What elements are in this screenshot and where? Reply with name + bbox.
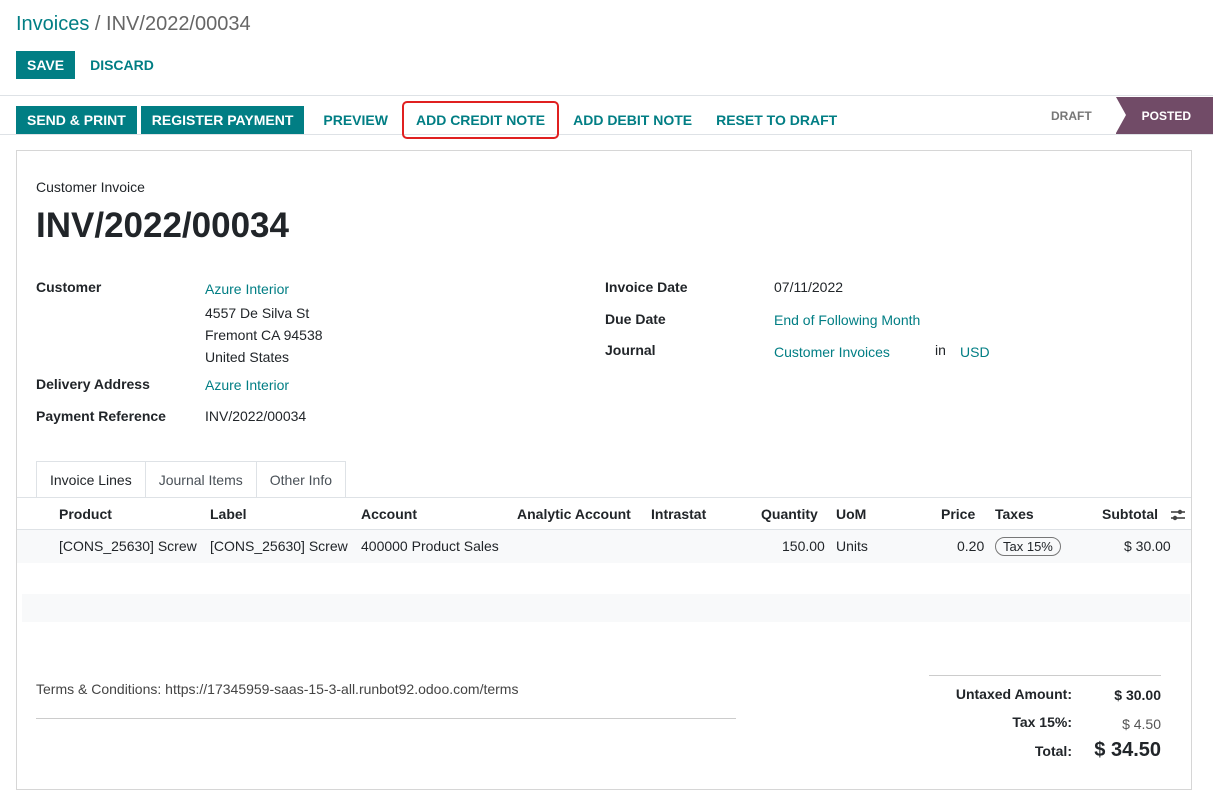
column-settings-icon[interactable] bbox=[1170, 508, 1186, 525]
invoice-date-value[interactable]: 07/11/2022 bbox=[774, 279, 843, 295]
journal-link[interactable]: Customer Invoices bbox=[774, 344, 890, 360]
column-uom[interactable]: UoM bbox=[836, 506, 866, 522]
tax-label: Tax 15%: bbox=[1012, 714, 1072, 730]
cell-label: [CONS_25630] Screw bbox=[210, 538, 348, 554]
column-subtotal[interactable]: Subtotal bbox=[1102, 506, 1158, 522]
tax-value: $ 4.50 bbox=[1122, 716, 1161, 732]
notebook-tabs: Invoice Lines Journal Items Other Info bbox=[36, 461, 347, 498]
delivery-address-label: Delivery Address bbox=[36, 376, 150, 392]
cell-account: 400000 Product Sales bbox=[361, 538, 499, 554]
customer-label: Customer bbox=[36, 279, 102, 295]
tab-journal-items[interactable]: Journal Items bbox=[144, 461, 257, 498]
action-buttons: SEND & PRINT REGISTER PAYMENT PREVIEW AD… bbox=[16, 101, 849, 139]
column-intrastat[interactable]: Intrastat bbox=[651, 506, 706, 522]
cell-uom: Units bbox=[836, 538, 868, 554]
customer-link[interactable]: Azure Interior bbox=[205, 281, 289, 297]
document-title: INV/2022/00034 bbox=[36, 206, 289, 245]
invoice-date-label: Invoice Date bbox=[605, 279, 688, 295]
address-line1: 4557 De Silva St bbox=[205, 305, 310, 321]
cell-product: [CONS_25630] Screw bbox=[59, 538, 197, 554]
journal-in-text: in bbox=[935, 342, 946, 358]
table-row[interactable]: [CONS_25630] Screw [CONS_25630] Screw 40… bbox=[17, 530, 1191, 563]
register-payment-button[interactable]: REGISTER PAYMENT bbox=[140, 106, 305, 134]
due-date-value[interactable]: End of Following Month bbox=[774, 312, 920, 328]
cell-subtotal: $ 30.00 bbox=[1124, 538, 1171, 554]
journal-label: Journal bbox=[605, 342, 656, 358]
column-product[interactable]: Product bbox=[59, 506, 112, 522]
save-button[interactable]: SAVE bbox=[16, 51, 76, 79]
column-analytic-account[interactable]: Analytic Account bbox=[517, 506, 631, 522]
totals-block: Untaxed Amount: $ 30.00 Tax 15%: $ 4.50 … bbox=[929, 675, 1161, 761]
payment-reference-label: Payment Reference bbox=[36, 408, 166, 424]
add-credit-note-button[interactable]: ADD CREDIT NOTE bbox=[401, 101, 560, 139]
breadcrumb-separator: / bbox=[89, 13, 107, 35]
reset-to-draft-button[interactable]: RESET TO DRAFT bbox=[704, 106, 849, 134]
cell-price: 0.20 bbox=[957, 538, 985, 554]
form-buttons: SAVE DISCARD bbox=[16, 51, 166, 79]
currency-link[interactable]: USD bbox=[960, 344, 990, 360]
breadcrumb: Invoices / INV/2022/00034 bbox=[16, 13, 251, 36]
column-price[interactable]: Price bbox=[941, 506, 975, 522]
untaxed-amount-label: Untaxed Amount: bbox=[955, 686, 1072, 702]
breadcrumb-current: INV/2022/00034 bbox=[106, 13, 251, 35]
preview-button[interactable]: PREVIEW bbox=[311, 106, 400, 134]
breadcrumb-invoices-link[interactable]: Invoices bbox=[16, 13, 89, 35]
invoice-sheet: Customer Invoice INV/2022/00034 Customer… bbox=[16, 150, 1192, 790]
untaxed-amount-value: $ 30.00 bbox=[1114, 687, 1161, 703]
tax-badge: Tax 15% bbox=[995, 537, 1061, 556]
empty-table-row bbox=[22, 594, 1190, 622]
stage-posted[interactable]: POSTED bbox=[1115, 97, 1213, 134]
column-quantity[interactable]: Quantity bbox=[761, 506, 818, 522]
terms-and-conditions[interactable]: Terms & Conditions: https://17345959-saa… bbox=[36, 681, 736, 719]
send-print-button[interactable]: SEND & PRINT bbox=[16, 106, 137, 134]
tab-invoice-lines[interactable]: Invoice Lines bbox=[36, 461, 146, 498]
add-debit-note-button[interactable]: ADD DEBIT NOTE bbox=[561, 106, 704, 134]
delivery-address-link[interactable]: Azure Interior bbox=[205, 377, 289, 393]
table-header: Product Label Account Analytic Account I… bbox=[17, 497, 1191, 530]
payment-reference-value[interactable]: INV/2022/00034 bbox=[205, 408, 306, 424]
column-account[interactable]: Account bbox=[361, 506, 417, 522]
address-line2: Fremont CA 94538 bbox=[205, 327, 323, 343]
cell-quantity: 150.00 bbox=[782, 538, 825, 554]
tab-other-info[interactable]: Other Info bbox=[255, 461, 347, 498]
discard-button[interactable]: DISCARD bbox=[78, 51, 166, 79]
column-label[interactable]: Label bbox=[210, 506, 247, 522]
document-type: Customer Invoice bbox=[36, 179, 145, 195]
column-taxes[interactable]: Taxes bbox=[995, 506, 1034, 522]
stage-bar: DRAFT POSTED bbox=[1051, 97, 1213, 134]
status-bar: SEND & PRINT REGISTER PAYMENT PREVIEW AD… bbox=[0, 95, 1213, 139]
address-line3: United States bbox=[205, 349, 290, 365]
stage-draft[interactable]: DRAFT bbox=[1051, 109, 1116, 123]
due-date-label: Due Date bbox=[605, 311, 666, 327]
total-value: $ 34.50 bbox=[1094, 739, 1161, 761]
